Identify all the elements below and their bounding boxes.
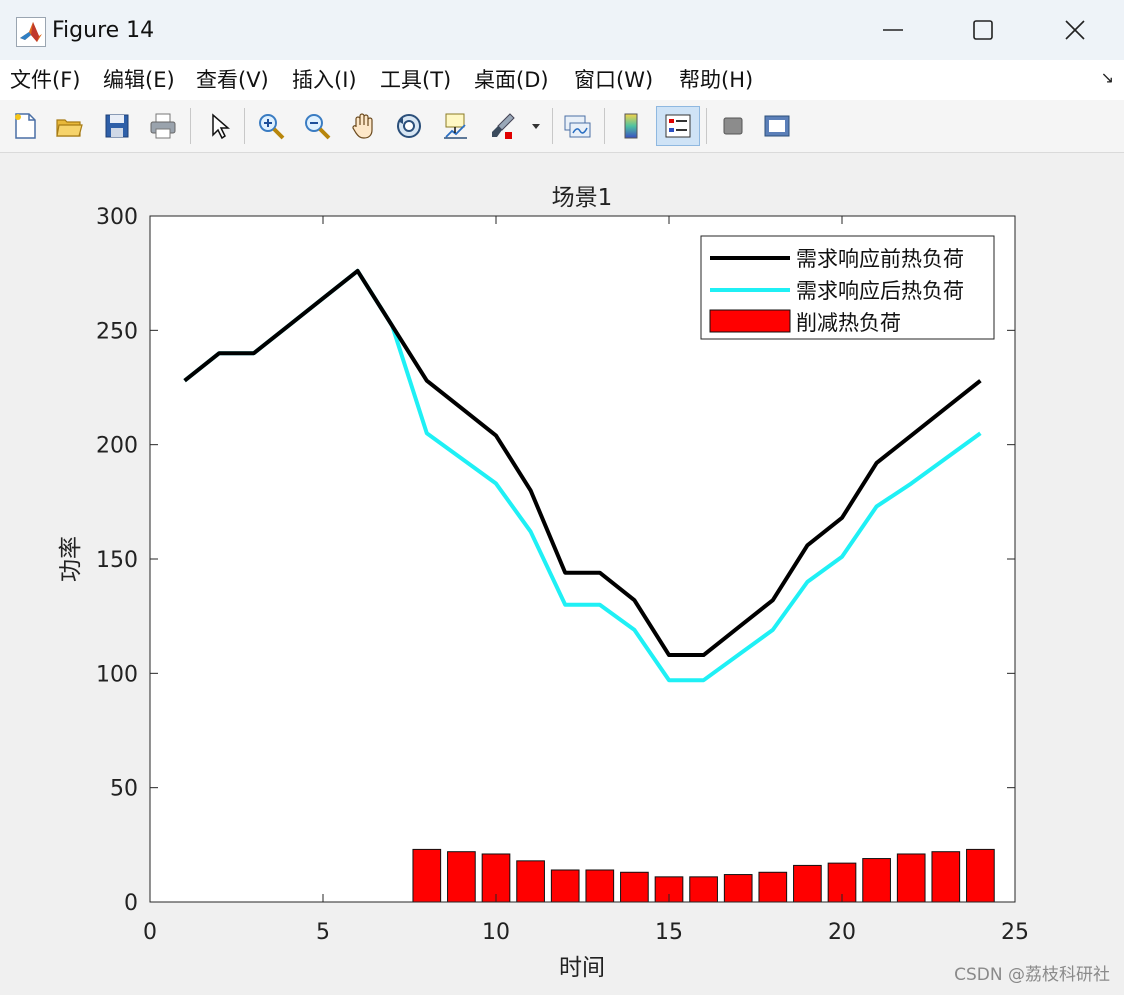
bar-17 <box>723 874 753 903</box>
bar-12 <box>550 869 580 903</box>
bar-24 <box>966 848 995 903</box>
chart-title: 场景1 <box>552 185 613 211</box>
legend-label-after: 需求响应后热负荷 <box>796 279 964 303</box>
x-tick-label: 25 <box>1001 920 1029 945</box>
bar-14 <box>620 871 649 903</box>
bar-13 <box>585 869 615 903</box>
y-tick-label: 0 <box>124 891 138 916</box>
x-tick-label: 5 <box>316 920 330 945</box>
legend-label-bar: 削减热负荷 <box>796 311 901 335</box>
y-tick-label: 300 <box>96 205 138 230</box>
x-tick-label: 10 <box>482 920 510 945</box>
bar-21 <box>862 858 891 903</box>
bar-23 <box>931 851 961 903</box>
x-axis-label: 时间 <box>559 955 605 981</box>
bar-16 <box>689 876 718 903</box>
bar-8 <box>412 848 442 903</box>
x-tick-label: 20 <box>828 920 856 945</box>
bar-19 <box>793 864 822 903</box>
bar-11 <box>516 860 545 903</box>
y-axis-label: 功率 <box>58 536 84 582</box>
y-tick-label: 200 <box>96 434 138 459</box>
y-tick-label: 100 <box>96 662 138 687</box>
x-tick-label: 15 <box>655 920 683 945</box>
legend[interactable]: 需求响应前热负荷 需求响应后热负荷 削减热负荷 <box>700 235 995 340</box>
watermark: CSDN @荔枝科研社 <box>954 965 1110 985</box>
bar-9 <box>447 851 476 903</box>
chart[interactable]: 0 5 10 15 20 25050100150200250300 场景1 时间 功率 需… <box>0 0 1124 995</box>
x-tick-label: 0 <box>143 920 157 945</box>
y-tick-label: 50 <box>110 777 138 802</box>
legend-label-before: 需求响应前热负荷 <box>796 247 964 271</box>
y-tick-label: 150 <box>96 548 138 573</box>
y-tick-label: 250 <box>96 319 138 344</box>
bar-22 <box>896 853 926 903</box>
bar-18 <box>758 871 788 903</box>
legend-swatch-bar <box>709 309 791 333</box>
